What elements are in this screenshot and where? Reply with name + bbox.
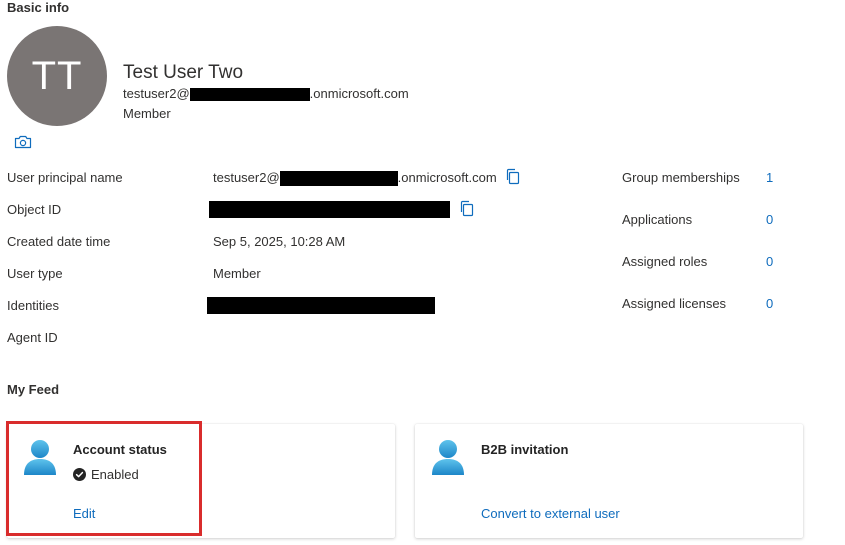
my-feed-heading: My Feed (7, 382, 60, 397)
redacted-block (189, 88, 310, 102)
object-id-label: Object ID (7, 202, 62, 217)
basic-info-heading: Basic info (7, 0, 70, 15)
check-circle-icon (73, 468, 86, 481)
copy-icon[interactable] (505, 168, 521, 185)
camera-icon[interactable] (14, 135, 32, 149)
user-display-name: Test User Two (123, 62, 244, 83)
assigned-roles-count[interactable]: 0 (766, 254, 773, 269)
created-value: Sep 5, 2025, 10:28 AM (213, 234, 346, 249)
redacted-block (207, 297, 435, 314)
user-type-caption: Member (123, 106, 171, 121)
user-type-label: User type (7, 266, 63, 281)
upn-suffix: .onmicrosoft.com (397, 170, 497, 185)
assigned-roles-label: Assigned roles (622, 254, 708, 269)
applications-label: Applications (622, 212, 693, 227)
upn-prefix: testuser2@ (213, 170, 280, 185)
user-icon (22, 438, 58, 476)
created-label: Created date time (7, 234, 111, 249)
user-type-value: Member (213, 266, 261, 281)
convert-to-external-user-link[interactable]: Convert to external user (481, 506, 620, 521)
user-icon (430, 438, 466, 476)
upn-label: User principal name (7, 170, 123, 185)
avatar-initials: TT (31, 53, 83, 98)
account-status-title: Account status (73, 442, 167, 457)
group-memberships-count[interactable]: 1 (766, 170, 773, 185)
assigned-licenses-count[interactable]: 0 (766, 296, 773, 311)
agent-id-label: Agent ID (7, 330, 58, 345)
account-status-value: Enabled (91, 467, 139, 482)
b2b-invitation-title: B2B invitation (481, 442, 569, 457)
redacted-block (209, 201, 450, 218)
user-email: testuser2@ .onmicrosoft.com (123, 86, 409, 102)
edit-account-status-link[interactable]: Edit (73, 506, 95, 521)
redacted-block (279, 171, 398, 187)
applications-count[interactable]: 0 (766, 212, 773, 227)
identities-label: Identities (7, 298, 60, 313)
assigned-licenses-label: Assigned licenses (622, 296, 727, 311)
copy-icon[interactable] (459, 200, 475, 217)
avatar: TT (7, 26, 107, 126)
upn-value: testuser2@ .onmicrosoft.com (213, 170, 497, 187)
account-status-row: Enabled (73, 467, 139, 482)
group-memberships-label: Group memberships (622, 170, 740, 185)
user-email-suffix: .onmicrosoft.com (309, 86, 409, 101)
user-email-prefix: testuser2@ (123, 86, 190, 101)
